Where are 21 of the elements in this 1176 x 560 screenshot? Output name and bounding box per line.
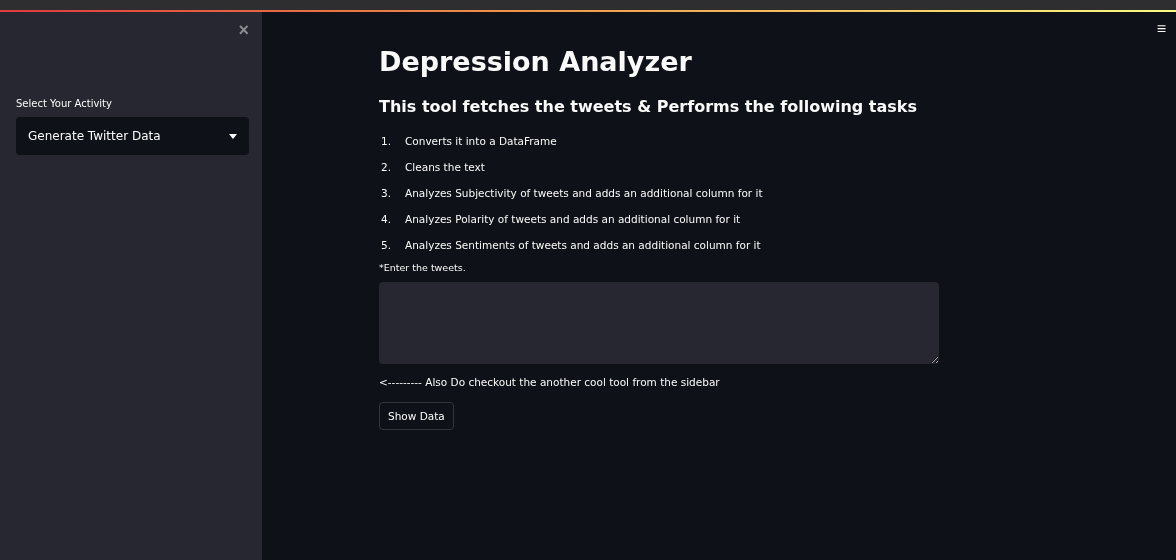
- close-button[interactable]: ×: [238, 20, 249, 40]
- task-text: Cleans the text: [405, 160, 485, 175]
- list-number: 2.: [380, 160, 393, 175]
- menu-button[interactable]: ≡: [1156, 20, 1166, 38]
- task-text: Analyzes Sentiments of tweets and adds an additional column for it: [405, 238, 761, 253]
- task-text: Analyzes Subjectivity of tweets and adds an additional column for it: [405, 186, 763, 201]
- page-title: Depression Analyzer: [379, 45, 693, 79]
- tweets-input[interactable]: [379, 282, 939, 364]
- activity-select[interactable]: Generate Twitter Data: [16, 117, 249, 155]
- caret-icon: [229, 133, 237, 139]
- list-number: 4.: [380, 212, 393, 227]
- task-text: Converts it into a DataFrame: [405, 134, 557, 149]
- sidebar-hint: <--------- Also Do checkout the another cool tool from the sidebar: [379, 376, 721, 388]
- show-data-button[interactable]: Show Data: [379, 402, 454, 430]
- field-label: *Enter the tweets.: [379, 262, 467, 273]
- select-label: Select Your Activity: [16, 98, 113, 109]
- list-number: 3.: [380, 186, 393, 201]
- task-text: Analyzes Polarity of tweets and adds an additional column for it: [405, 212, 741, 227]
- subtitle: This tool fetches the tweets & Performs the following tasks: [379, 96, 918, 118]
- list-number: 5.: [380, 238, 393, 253]
- list-number: 1.: [380, 134, 393, 149]
